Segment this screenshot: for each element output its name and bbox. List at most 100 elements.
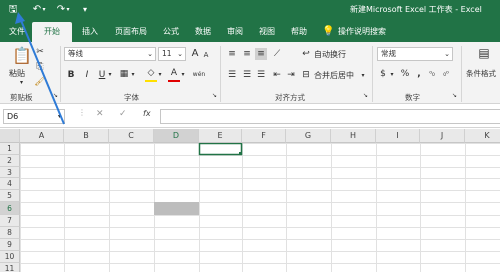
font-size-select[interactable]: 11 ⌄: [158, 47, 186, 61]
row-header-10[interactable]: 10: [0, 251, 20, 263]
column-header-j[interactable]: J: [420, 129, 465, 143]
italic-button[interactable]: I: [82, 69, 92, 81]
customize-qa-icon[interactable]: ▾: [78, 3, 92, 17]
borders-icon[interactable]: ▦: [118, 68, 130, 80]
column-header-c[interactable]: C: [109, 129, 154, 143]
align-middle-icon[interactable]: ≡: [241, 48, 253, 60]
column-header-k[interactable]: K: [465, 129, 500, 143]
indent-increase-icon[interactable]: ⇥: [285, 69, 297, 81]
tab-page-layout[interactable]: 页面布局: [108, 22, 154, 42]
shrink-font-icon[interactable]: A: [202, 49, 210, 61]
merge-icon: ⊟: [302, 70, 310, 80]
decrease-decimal-icon[interactable]: ₀⁰: [440, 68, 452, 80]
formula-input[interactable]: [160, 109, 500, 124]
align-left-icon[interactable]: ☰: [226, 69, 238, 81]
tab-help[interactable]: 帮助: [286, 22, 312, 42]
row-header-6[interactable]: 6: [0, 202, 20, 215]
cancel-icon[interactable]: ✕: [96, 109, 104, 119]
font-launcher-icon[interactable]: ↘: [212, 92, 217, 99]
fill-handle[interactable]: [239, 152, 242, 155]
font-name-select[interactable]: 等线 ⌄: [64, 47, 156, 61]
fill-color-icon[interactable]: ◇: [145, 67, 157, 79]
copy-icon[interactable]: ⎘: [34, 61, 46, 73]
column-header-b[interactable]: B: [64, 129, 109, 143]
selected-cell-d6[interactable]: [154, 202, 199, 215]
tab-formulas[interactable]: 公式: [158, 22, 184, 42]
tab-home[interactable]: 开始: [32, 22, 72, 42]
column-header-d[interactable]: D: [154, 129, 199, 143]
name-box[interactable]: D6 ▾: [3, 109, 65, 124]
chevron-down-icon: ⌄: [147, 50, 153, 58]
column-header-h[interactable]: H: [331, 129, 376, 143]
tab-view[interactable]: 视图: [254, 22, 280, 42]
percent-icon[interactable]: %: [400, 68, 410, 80]
format-painter-icon[interactable]: 🖌: [34, 76, 46, 88]
row-header-5[interactable]: 5: [0, 190, 20, 202]
paste-dropdown-icon[interactable]: ▾: [20, 79, 23, 86]
tab-insert[interactable]: 插入: [76, 22, 104, 42]
paste-icon[interactable]: 📋: [12, 46, 32, 65]
increase-decimal-icon[interactable]: ⁰₀: [426, 68, 438, 80]
number-launcher-icon[interactable]: ↘: [452, 92, 457, 99]
row-header-7[interactable]: 7: [0, 215, 20, 227]
tab-review[interactable]: 审阅: [222, 22, 248, 42]
column-header-e[interactable]: E: [199, 129, 242, 143]
column-header-a[interactable]: A: [20, 129, 64, 143]
row-header-4[interactable]: 4: [0, 178, 20, 190]
font-color-icon[interactable]: A: [168, 67, 180, 79]
clipboard-launcher-icon[interactable]: ↘: [53, 92, 58, 99]
column-header-i[interactable]: I: [376, 129, 420, 143]
formula-bar-grip-icon[interactable]: ⋮: [78, 108, 86, 117]
group-label-number: 数字: [405, 93, 420, 102]
chevron-down-icon[interactable]: ▾: [389, 69, 395, 81]
row-header-8[interactable]: 8: [0, 227, 20, 239]
row-header-1[interactable]: 1: [0, 143, 20, 155]
align-center-icon[interactable]: ☰: [241, 69, 253, 81]
row-header-3[interactable]: 3: [0, 167, 20, 178]
bold-button[interactable]: B: [66, 69, 76, 81]
tab-data[interactable]: 数据: [190, 22, 216, 42]
wrap-text-button[interactable]: 自动换行: [314, 49, 346, 60]
currency-icon[interactable]: $: [378, 68, 388, 80]
align-top-icon[interactable]: ≡: [226, 48, 238, 60]
row-header-9[interactable]: 9: [0, 239, 20, 251]
tell-me-search[interactable]: 操作说明搜索: [338, 22, 396, 42]
row-header-2[interactable]: 2: [0, 155, 20, 167]
chevron-down-icon: ⌄: [177, 50, 183, 58]
cut-icon[interactable]: ✂: [34, 46, 46, 58]
align-bottom-icon[interactable]: ≡: [255, 48, 267, 60]
lightbulb-icon: 💡: [322, 26, 335, 37]
ribbon-tabs: 文件 开始 插入 页面布局 公式 数据 审阅 视图 帮助 💡 操作说明搜索: [0, 20, 500, 42]
column-header-g[interactable]: G: [286, 129, 331, 143]
chevron-down-icon[interactable]: ▾: [180, 69, 186, 81]
paste-button[interactable]: 粘贴: [9, 68, 25, 79]
conditional-formatting-button[interactable]: 条件格式: [466, 68, 496, 79]
active-cell-e1[interactable]: [198, 142, 243, 156]
phonetic-guide-icon[interactable]: wén: [192, 69, 206, 81]
insert-function-icon[interactable]: fx: [143, 109, 151, 118]
number-format-select[interactable]: 常规 ⌄: [377, 47, 453, 61]
chevron-down-icon[interactable]: ▾: [360, 70, 366, 82]
column-header-f[interactable]: F: [242, 129, 286, 143]
indent-decrease-icon[interactable]: ⇤: [271, 69, 283, 81]
merge-center-button[interactable]: 合并后居中: [314, 70, 354, 81]
row-header-11[interactable]: 11: [0, 263, 20, 272]
chevron-down-icon[interactable]: ▾: [130, 69, 136, 81]
orientation-icon[interactable]: ⟋: [271, 48, 283, 60]
redo-dropdown-icon[interactable]: ▾: [64, 3, 72, 17]
chevron-down-icon[interactable]: ▾: [107, 69, 113, 81]
save-icon[interactable]: 🖫: [6, 3, 20, 17]
chevron-down-icon[interactable]: ▾: [157, 69, 163, 81]
chevron-down-icon: ▾: [57, 113, 61, 120]
align-right-icon[interactable]: ☰: [255, 69, 267, 81]
comma-style-icon[interactable]: ,: [414, 68, 424, 80]
grow-font-icon[interactable]: A: [190, 48, 200, 60]
select-all-corner[interactable]: [0, 129, 20, 143]
tab-file[interactable]: 文件: [4, 22, 30, 42]
worksheet-grid[interactable]: ABCDEFGHIJK 1 2 3 4 5 6 7 8 9 10 11: [0, 129, 500, 272]
enter-icon[interactable]: ✓: [119, 109, 127, 119]
alignment-launcher-icon[interactable]: ↘: [363, 92, 368, 99]
conditional-formatting-icon[interactable]: ▤: [476, 47, 492, 65]
underline-button[interactable]: U: [97, 69, 107, 81]
undo-dropdown-icon[interactable]: ▾: [40, 3, 48, 17]
